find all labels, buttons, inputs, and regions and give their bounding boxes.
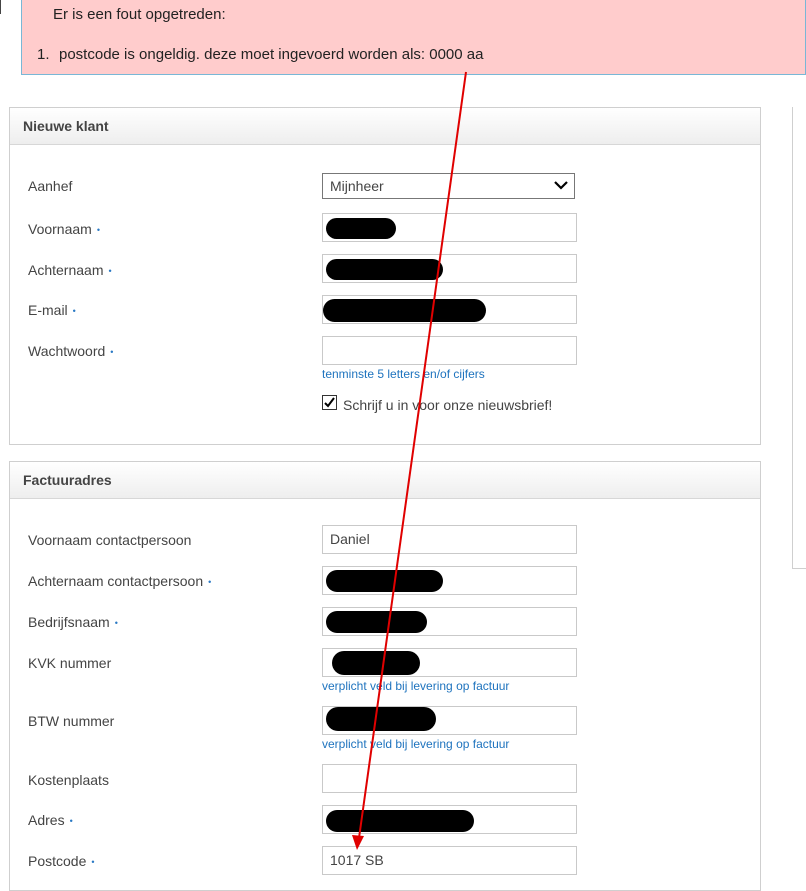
required-marker-icon: • <box>96 225 100 236</box>
password-hint: tenminste 5 letters en/of cijfers <box>322 367 485 381</box>
btw-label: BTW nummer <box>28 713 115 729</box>
postcode-input[interactable]: 1017 SB <box>322 846 577 875</box>
side-panel-edge <box>792 107 806 569</box>
redaction-mark <box>326 810 474 832</box>
redaction-mark <box>326 218 396 239</box>
last-name-input[interactable] <box>322 254 577 283</box>
btw-hint: verplicht veld bij levering op factuur <box>322 737 510 751</box>
kvk-label: KVK nummer <box>28 655 112 671</box>
company-label: Bedrijfsnaam • <box>28 614 118 630</box>
contact-last-name-label: Achternaam contactpersoon • <box>28 573 212 589</box>
required-marker-icon: • <box>91 857 95 868</box>
address-label: Adres • <box>28 812 73 828</box>
first-name-label: Voornaam • <box>28 221 100 237</box>
new-customer-panel: Nieuwe klant Aanhef Mijnheer Voornaam • A… <box>9 107 761 445</box>
last-name-label: Achternaam • <box>28 262 112 278</box>
newsletter-label: Schrijf u in voor onze nieuwsbrief! <box>343 397 553 413</box>
contact-first-name-input[interactable]: Daniel <box>322 525 577 554</box>
kvk-hint: verplicht veld bij levering op factuur <box>322 679 510 693</box>
error-list-item: 1. postcode is ongeldig. deze moet ingevo… <box>37 46 483 63</box>
required-marker-icon: • <box>110 347 114 358</box>
password-input[interactable] <box>322 336 577 365</box>
contact-first-name-label: Voornaam contactpersoon <box>28 532 192 548</box>
redaction-mark <box>326 707 436 731</box>
error-item-number: 1. <box>37 46 50 63</box>
first-name-input[interactable] <box>322 213 577 242</box>
newsletter-checkbox[interactable] <box>322 395 337 410</box>
redaction-mark <box>332 651 420 675</box>
cost-center-input[interactable] <box>322 764 577 793</box>
salutation-select[interactable]: Mijnheer <box>322 173 575 199</box>
btw-input[interactable] <box>322 706 577 735</box>
redaction-mark <box>326 259 443 280</box>
kvk-input[interactable] <box>322 648 577 677</box>
contact-last-name-input[interactable] <box>322 566 577 595</box>
company-input[interactable] <box>322 607 577 636</box>
error-item-text: postcode is ongeldig. deze moet ingevoer… <box>59 46 484 63</box>
postcode-label: Postcode • <box>28 853 95 869</box>
panel-title: Nieuwe klant <box>10 108 760 145</box>
checkmark-icon <box>324 397 335 408</box>
address-input[interactable] <box>322 805 577 834</box>
panel-title: Factuuradres <box>10 462 760 499</box>
billing-address-panel: Factuuradres Voornaam contactpersoon Dan… <box>9 461 761 891</box>
email-input[interactable] <box>322 295 577 324</box>
required-marker-icon: • <box>69 816 73 827</box>
required-marker-icon: • <box>72 306 76 317</box>
page-edge-mark <box>0 0 1 14</box>
error-heading: Er is een fout opgetreden: <box>53 6 226 23</box>
redaction-mark <box>323 299 486 322</box>
email-label: E-mail • <box>28 302 76 318</box>
required-marker-icon: • <box>114 618 118 629</box>
required-marker-icon: • <box>108 266 112 277</box>
required-marker-icon: • <box>208 577 212 588</box>
salutation-label: Aanhef <box>28 178 73 194</box>
chevron-down-icon <box>554 181 568 190</box>
error-message-box: Er is een fout opgetreden: 1. postcode is… <box>21 0 806 75</box>
password-label: Wachtwoord • <box>28 343 114 359</box>
redaction-mark <box>326 570 443 592</box>
cost-center-label: Kostenplaats <box>28 772 109 788</box>
redaction-mark <box>326 611 427 633</box>
